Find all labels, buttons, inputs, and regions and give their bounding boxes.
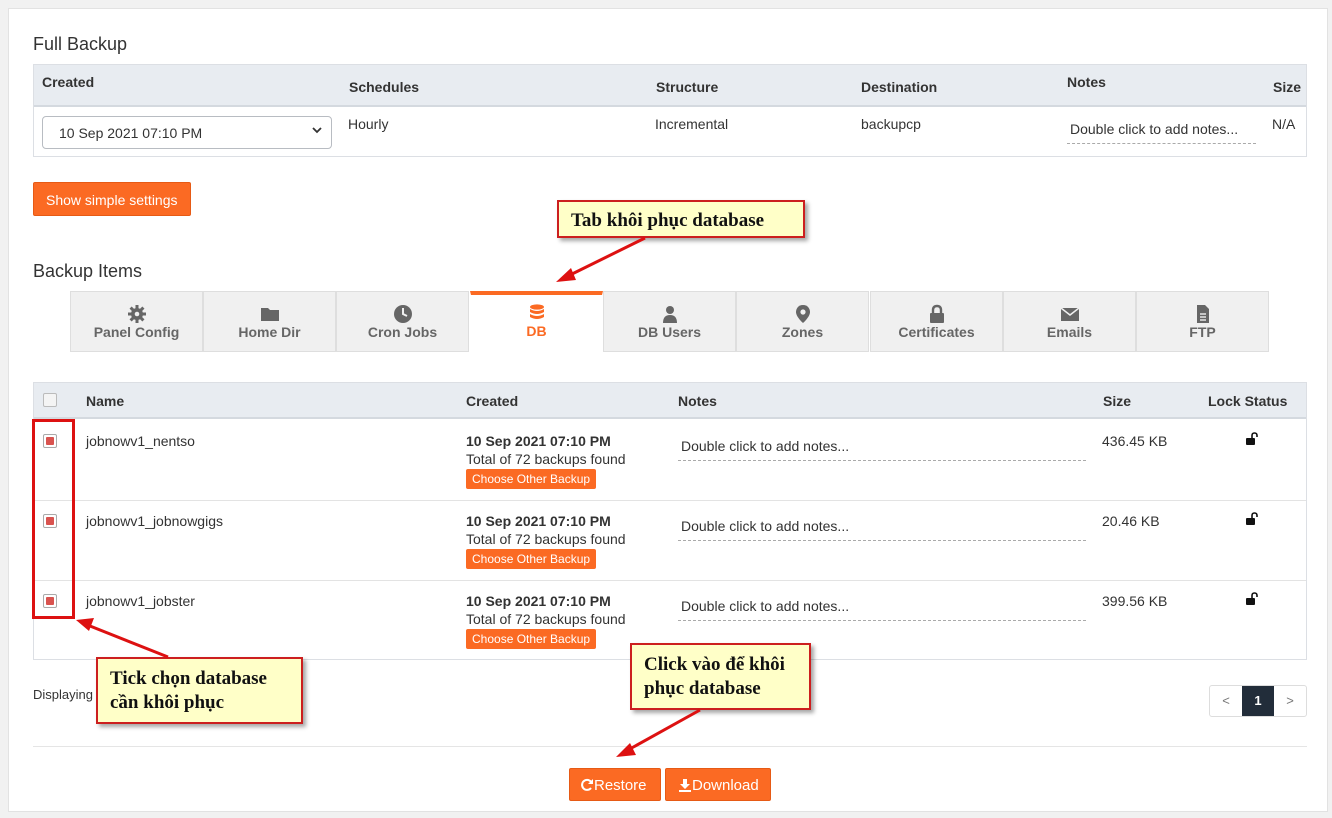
arrow-to-restore [616, 708, 701, 757]
arrow-to-db-tab [556, 236, 646, 282]
arrow-to-checkboxes [76, 618, 169, 659]
annotation-arrows [76, 236, 701, 757]
